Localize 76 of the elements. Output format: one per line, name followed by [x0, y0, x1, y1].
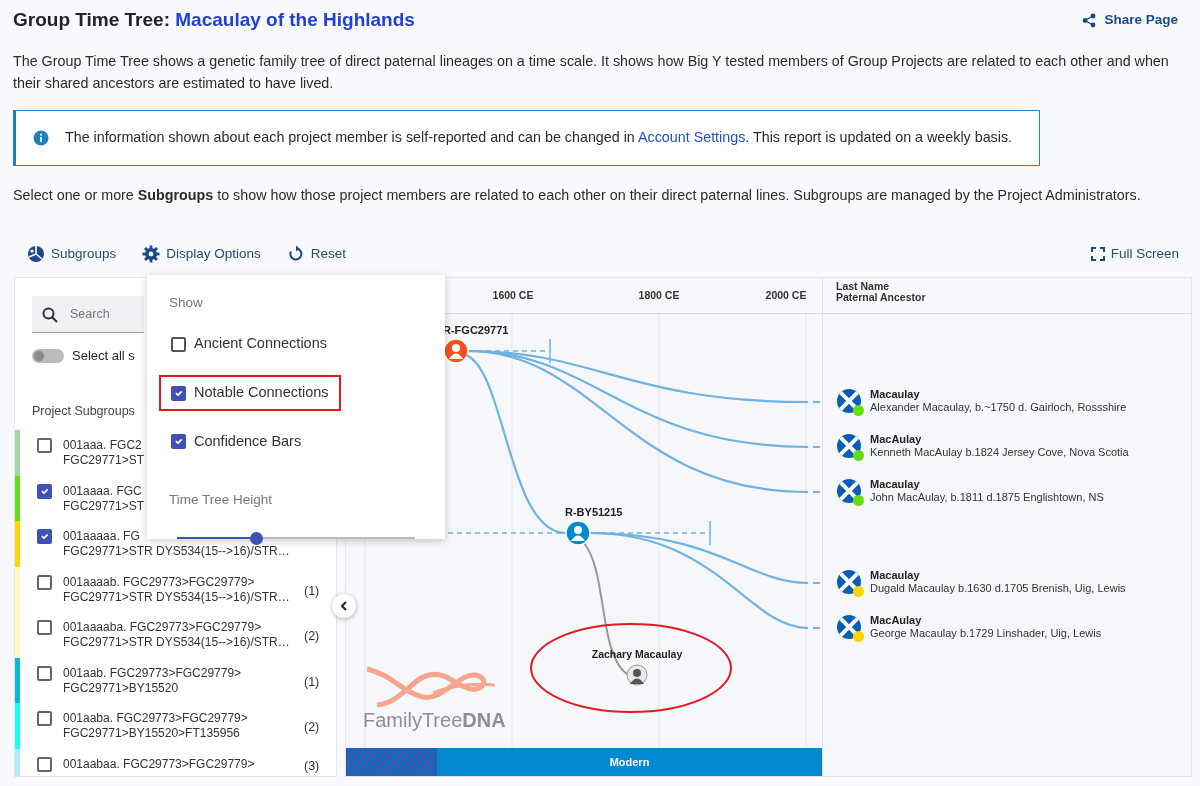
era-label: Modern [437, 748, 822, 777]
search-field[interactable]: Search [32, 296, 144, 334]
slider-thumb[interactable] [249, 531, 263, 545]
subgroup-label[interactable]: FGC29771>BY15520 [63, 680, 304, 696]
column-header: Last Name [836, 281, 891, 293]
subgroup-label[interactable]: FGC29771>STR DYS534(15-->16)/STR… [63, 635, 304, 651]
share-button[interactable]: Share Page [1078, 8, 1182, 33]
subgroup-label[interactable]: 001aaaaba. FGC29773>FGC29779> [63, 620, 304, 636]
toolbar-button[interactable]: Reset [286, 244, 347, 265]
notice-text: The information shown about each project member is self-reported and can be changed in Account Settings. This report is updated on a weekly basis. [65, 128, 1013, 148]
section-heading: Project Subgroups [32, 402, 136, 420]
axis-label: 1800 CE [638, 288, 680, 304]
gear-icon [142, 245, 161, 264]
info-icon [33, 129, 49, 146]
subgroup-checkbox[interactable] [37, 665, 52, 681]
notable-name: Zachary Macaulay [591, 648, 683, 661]
instruction-text: Select one or more Subgroups to show how those project members are related to each other on their direct paternal lines. Subgroups are managed by the Project Administrators. [13, 185, 1142, 205]
surname: Macaulay [870, 569, 921, 583]
column-header: Paternal Ancestor [836, 292, 927, 304]
search-icon [42, 307, 58, 324]
node-label: R-FGC29771 [443, 324, 509, 337]
member-count: (3) [304, 757, 321, 775]
surname: MacAulay [870, 614, 923, 628]
subgroup-label[interactable]: 001aabaa. FGC29773>FGC29779> [63, 756, 304, 772]
page-title: Group Time Tree: Macaulay of the Highlands [13, 8, 415, 32]
full-screen-button[interactable]: Full Screen [1090, 244, 1179, 265]
slider-label: Time Tree Height [169, 490, 274, 509]
intro-text: The Group Time Tree shows a genetic family tree of direct paternal lineages on a time scale. It shows how Big Y tested members of Group Projects are related to each other and when their shared ancestors are estimated to have lived. [13, 52, 1170, 94]
option-checkbox[interactable] [171, 336, 186, 352]
subgroup-checkbox[interactable] [37, 483, 52, 499]
subgroup-checkbox[interactable] [37, 574, 52, 590]
option-checkbox[interactable] [171, 434, 186, 450]
member-count: (1) [304, 582, 321, 600]
ancestor-name: Kenneth MacAulay b.1824 Jersey Cove, Nova Scotia [870, 446, 1129, 460]
axis-label: 2000 CE [765, 288, 807, 304]
subgroup-label[interactable]: 001aab. FGC29773>FGC29779> [63, 665, 304, 681]
option-label[interactable]: Notable Connections [194, 382, 329, 404]
person-icon [571, 526, 585, 542]
option-label[interactable]: Confidence Bars [194, 430, 302, 453]
subgroup-checkbox[interactable] [37, 529, 52, 545]
member-count: (1) [304, 673, 321, 691]
member-count: (2) [304, 719, 321, 737]
option-label[interactable]: Ancient Connections [194, 333, 327, 356]
toolbar-button[interactable]: Subgroups [27, 244, 117, 265]
toolbar-button[interactable]: Display Options [142, 244, 261, 265]
axis-label: 1600 CE [492, 288, 534, 304]
popover-heading: Show [169, 294, 204, 313]
subgroup-label[interactable]: FGC29771>STR DYS534(15-->16)/STR… [63, 589, 304, 605]
option-checkbox[interactable] [171, 385, 186, 401]
subgroup-label[interactable]: 001aaaab. FGC29773>FGC29779> [63, 574, 304, 590]
ancestor-name: Dugald Macaulay b.1630 d.1705 Brenish, Uig, Lewis [870, 582, 1126, 596]
subgroup-label[interactable]: FGC29771>BY15520>FT135956 [63, 726, 304, 742]
share-icon [1082, 12, 1097, 28]
node-label: R-BY51215 [565, 506, 623, 519]
surname: Macaulay [870, 478, 921, 492]
fullscreen-icon [1090, 247, 1105, 262]
subgroup-checkbox[interactable] [37, 438, 52, 454]
ancestor-name: George Macaulay b.1729 Linshader, Uig, Lewis [870, 627, 1102, 641]
subgroup-label[interactable]: FGC29771>STR DYS534(15-->16)/STR… [63, 544, 304, 560]
toggle-label: Select all s [72, 347, 135, 366]
portrait-icon [626, 664, 648, 686]
project-link[interactable]: Macaulay of the Highlands [175, 8, 415, 30]
surname: MacAulay [870, 433, 923, 447]
subgroup-checkbox[interactable] [37, 711, 52, 727]
pie-icon [27, 245, 45, 264]
chevron-left-icon [340, 601, 348, 612]
ancestor-name: Alexander Macaulay, b.~1750 d. Gairloch, Rossshire [870, 401, 1127, 415]
subgroup-checkbox[interactable] [37, 756, 52, 772]
surname: Macaulay [870, 388, 921, 402]
subgroup-label[interactable]: 001aaba. FGC29773>FGC29779> [63, 711, 304, 727]
toggle-switch[interactable] [32, 348, 64, 363]
member-count: (2) [304, 628, 321, 646]
ancestor-name: John MacAulay, b.1811 d.1875 Englishtown, NS [870, 491, 1104, 505]
person-icon [449, 344, 463, 360]
logo-text: FamilyTreeDNA [363, 709, 506, 732]
subgroup-checkbox[interactable] [37, 620, 52, 636]
